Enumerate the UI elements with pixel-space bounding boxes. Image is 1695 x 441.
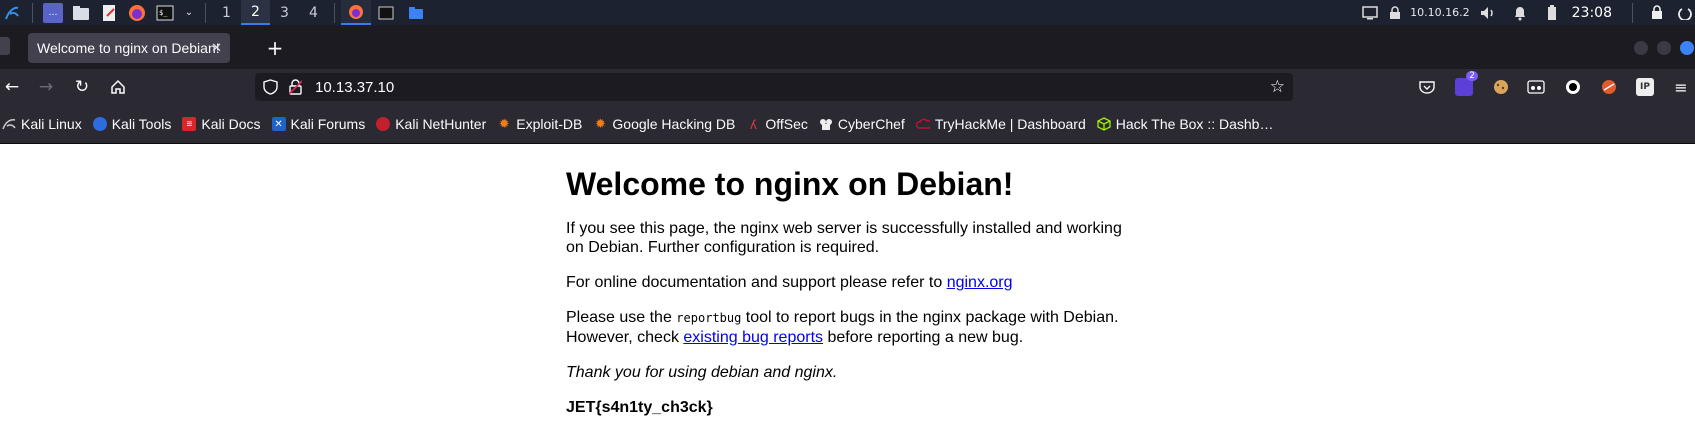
maximize-window-button[interactable]: [1657, 41, 1671, 55]
bookmark-kali-docs[interactable]: ≡ Kali Docs: [182, 116, 261, 132]
terminal-icon[interactable]: $_: [155, 3, 175, 23]
system-taskbar: … $_ ⌄ 1 2 3 4 10.10.16.2 23:08: [0, 0, 1695, 25]
ip-extension-icon[interactable]: IP: [1636, 78, 1654, 96]
bookmarks-toolbar: Kali Linux Kali Tools ≡ Kali Docs ✕ Kali F…: [0, 105, 1695, 144]
reportbug-paragraph: Please use the reportbug tool to report …: [566, 309, 1119, 346]
reload-icon[interactable]: ↻: [70, 75, 94, 99]
display-icon[interactable]: [1360, 3, 1380, 23]
extension-badge-count: 2: [1466, 71, 1478, 81]
tab-title: Welcome to nginx on Debian!: [37, 40, 220, 56]
kali-tools-icon: [92, 117, 107, 131]
close-window-button[interactable]: [1680, 41, 1694, 55]
web-page: Welcome to nginx on Debian! If you see t…: [0, 144, 1695, 441]
nethunter-icon: [376, 117, 391, 131]
kali-forums-icon: ✕: [271, 117, 286, 131]
page-content: Welcome to nginx on Debian! If you see t…: [566, 144, 1136, 433]
power-icon[interactable]: [1675, 3, 1695, 23]
taskbar-folder-window[interactable]: [401, 0, 431, 25]
chevron-down-icon[interactable]: ⌄: [183, 3, 195, 23]
bookmark-kali-forums[interactable]: ✕ Kali Forums: [271, 116, 365, 132]
tab-welcome-nginx[interactable]: Welcome to nginx on Debian! ✕: [28, 33, 230, 63]
browser-navigation-bar: ← → ↻ 10.13.37.10 ☆ 2 IP ≡: [0, 69, 1695, 105]
bookmark-star-icon[interactable]: ☆: [1270, 77, 1285, 97]
workspace-4[interactable]: 4: [299, 0, 328, 25]
kali-dragon-icon: [2, 117, 16, 131]
offsec-icon: ʎ: [750, 116, 757, 132]
bookmark-google-hacking-db[interactable]: ✹ Google Hacking DB: [593, 116, 735, 132]
url-text: 10.13.37.10: [315, 78, 395, 96]
kali-docs-icon: ≡: [182, 117, 197, 131]
firefox-icon[interactable]: [127, 3, 147, 23]
home-icon[interactable]: [106, 75, 130, 99]
desktop-icon[interactable]: …: [43, 2, 63, 23]
text-editor-icon[interactable]: [99, 3, 119, 23]
bookmark-kali-linux[interactable]: Kali Linux: [2, 116, 82, 132]
battery-icon[interactable]: [1542, 3, 1562, 23]
ghdb-icon: ✹: [594, 116, 606, 131]
tab-list-icon[interactable]: [0, 37, 10, 55]
taskbar-separator: [334, 2, 335, 23]
workspace-1[interactable]: 1: [212, 0, 241, 25]
workspace-2[interactable]: 2: [241, 0, 270, 25]
clock: 23:08: [1571, 4, 1612, 21]
extension-badge-icon[interactable]: 2: [1455, 71, 1478, 96]
cyberchef-icon: [819, 117, 833, 131]
ip-address: 10.10.16.2: [1410, 6, 1470, 19]
privacy-glasses-icon[interactable]: [1527, 78, 1545, 96]
bookmark-cyberchef[interactable]: CyberChef: [819, 116, 905, 132]
bookmark-kali-tools[interactable]: Kali Tools: [92, 116, 171, 132]
thank-you-paragraph: Thank you for using debian and nginx.: [566, 364, 838, 381]
page-title: Welcome to nginx on Debian!: [566, 166, 1014, 202]
taskbar-separator: [32, 2, 33, 23]
minimize-window-button[interactable]: [1634, 41, 1648, 55]
bookmark-exploit-db[interactable]: ✹ Exploit-DB: [497, 116, 583, 132]
insecure-lock-icon[interactable]: [288, 79, 303, 99]
file-manager-icon[interactable]: [71, 3, 91, 23]
bookmark-kali-nethunter[interactable]: Kali NetHunter: [376, 116, 486, 132]
foxyproxy-icon[interactable]: [1600, 78, 1618, 96]
volume-icon[interactable]: [1478, 3, 1498, 23]
kali-menu-icon[interactable]: [2, 3, 22, 23]
existing-bug-reports-link[interactable]: existing bug reports: [683, 329, 823, 346]
flag-text: JET{s4n1ty_ch3ck}: [566, 399, 713, 416]
notification-bell-icon[interactable]: [1510, 3, 1530, 23]
taskbar-separator: [1632, 2, 1633, 23]
forward-arrow-icon[interactable]: →: [34, 75, 58, 99]
cookie-icon[interactable]: [1492, 78, 1510, 96]
bookmark-offsec[interactable]: ʎ OffSec: [746, 116, 808, 132]
intro-paragraph: If you see this page, the nginx web serv…: [566, 220, 1122, 256]
tracking-protection-shield-icon[interactable]: [263, 79, 278, 99]
vpn-lock-icon[interactable]: [1388, 3, 1402, 23]
hack-the-box-cube-icon: [1097, 117, 1111, 131]
svg-text:$_: $_: [159, 9, 168, 17]
back-arrow-icon[interactable]: ←: [0, 75, 24, 99]
exploit-db-icon: ✹: [498, 116, 510, 131]
tryhackme-cloud-icon: [915, 117, 930, 131]
taskbar-separator: [205, 2, 206, 23]
browser-tab-strip: Welcome to nginx on Debian! ✕ +: [0, 25, 1695, 69]
new-tab-button[interactable]: +: [260, 33, 290, 63]
hamburger-menu-icon[interactable]: ≡: [1672, 78, 1690, 97]
bookmark-hack-the-box[interactable]: Hack The Box :: Dashb…: [1097, 116, 1273, 132]
url-bar[interactable]: 10.13.37.10 ☆: [255, 73, 1293, 101]
bookmark-tryhackme[interactable]: TryHackMe | Dashboard: [915, 116, 1086, 132]
lock-screen-icon[interactable]: [1647, 3, 1667, 23]
nginx-org-link[interactable]: nginx.org: [947, 274, 1013, 291]
circle-extension-icon[interactable]: [1564, 78, 1582, 96]
taskbar-firefox-window[interactable]: [341, 0, 371, 25]
pocket-icon[interactable]: [1418, 78, 1436, 96]
reportbug-code: reportbug: [676, 311, 742, 325]
documentation-paragraph: For online documentation and support ple…: [566, 274, 1013, 291]
close-tab-icon[interactable]: ✕: [211, 40, 222, 56]
taskbar-terminal-window[interactable]: [371, 0, 401, 25]
workspace-3[interactable]: 3: [270, 0, 299, 25]
